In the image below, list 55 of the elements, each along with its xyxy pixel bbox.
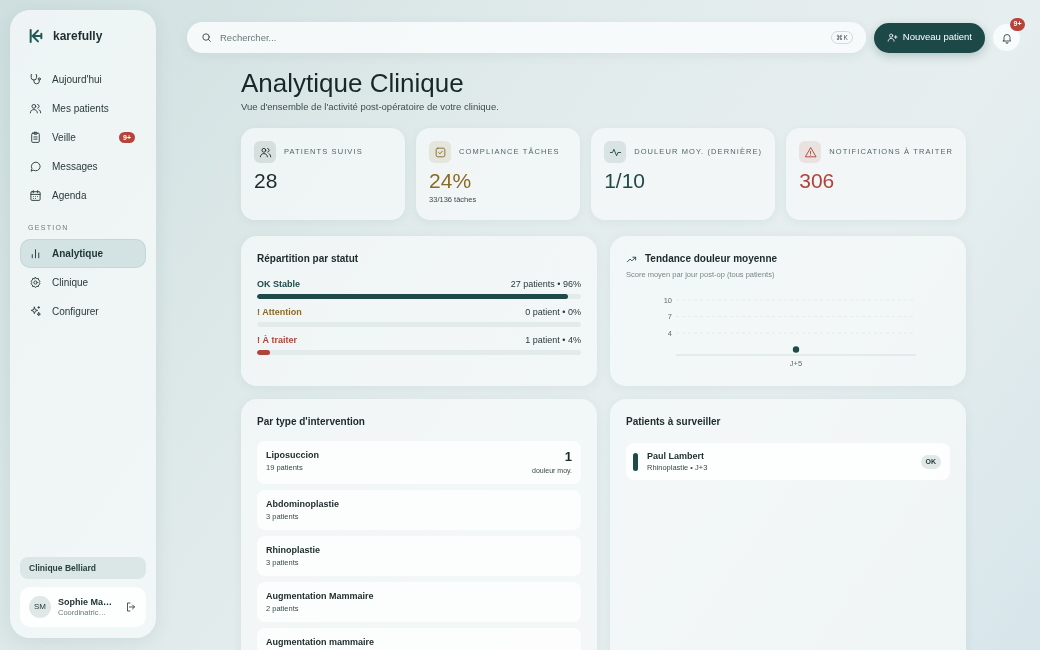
users-icon: [29, 102, 42, 115]
bell-icon: [1000, 31, 1013, 44]
settings-icon: [29, 276, 42, 289]
search-icon: [201, 32, 212, 43]
user-plus-icon: [886, 32, 898, 43]
stat-value: 28: [254, 169, 279, 193]
status-count: 1 patient • 4%: [525, 333, 581, 346]
warning-icon: [799, 141, 822, 163]
status-label: ! À traiter: [257, 333, 297, 346]
calendar-icon: [29, 189, 42, 202]
page-subtitle: Vue d'ensemble de l'activité post-opératoire de votre clinique.: [241, 100, 500, 113]
page-title: Analytique Clinique: [241, 67, 465, 99]
clipboard-icon: [29, 131, 42, 144]
nav-item[interactable]: Mes patients: [20, 94, 146, 123]
status-label: OK Stable: [257, 277, 300, 290]
notifications-button[interactable]: [993, 24, 1020, 51]
chat-bubble-icon: [29, 160, 42, 173]
bar-chart-icon: [29, 247, 42, 260]
user-avatar: SM: [29, 596, 51, 618]
stat-value: 306: [799, 169, 836, 193]
logo-icon: [28, 28, 44, 44]
intervention-name: Liposuccion: [266, 449, 319, 461]
intervention-name: Abdominoplastie: [266, 498, 339, 510]
card-title: Par type d'intervention: [257, 415, 366, 429]
pulse-icon: [604, 141, 627, 163]
checkbox-icon: [429, 141, 452, 163]
nav-item[interactable]: Clinique: [20, 268, 146, 297]
nav-item[interactable]: Aujourd'hui: [20, 65, 146, 94]
patient-name: Paul Lambert: [647, 450, 705, 462]
new-patient-button[interactable]: Nouveau patient: [873, 22, 985, 53]
logout-icon: [125, 601, 137, 613]
status-count: 0 patient • 0%: [525, 305, 581, 318]
stat-value: 1/10: [604, 169, 646, 193]
users-icon: [254, 141, 276, 163]
status-label: ! Attention: [257, 305, 302, 318]
intervention-name: Augmentation Mammaire: [266, 590, 374, 602]
clinic-label: Clinique Belliard: [20, 557, 146, 579]
card-title: Tendance douleur moyenne: [645, 252, 778, 266]
app-name: karefully: [53, 28, 103, 45]
sparkles-icon: [29, 305, 42, 318]
card-title: Patients à surveiller: [626, 415, 722, 429]
data-point: [792, 346, 800, 353]
stethoscope-icon: [29, 73, 42, 86]
stat-value: 24%: [429, 169, 473, 193]
card-title: Répartition par statut: [257, 252, 360, 266]
status-count: 27 patients • 96%: [510, 277, 581, 290]
nav-item[interactable]: Configurer: [20, 297, 146, 326]
intervention-name: Rhinoplastie: [266, 544, 320, 556]
nav-item[interactable]: Analytique: [20, 239, 146, 268]
user-name: Sophie Ma…: [58, 596, 112, 608]
intervention-name: Augmentation mammaire: [266, 636, 375, 648]
pain-score: 1: [563, 449, 572, 464]
nav-item[interactable]: Agenda: [20, 181, 146, 210]
logout-button[interactable]: [125, 601, 137, 613]
nav-item[interactable]: Messages: [20, 152, 146, 181]
